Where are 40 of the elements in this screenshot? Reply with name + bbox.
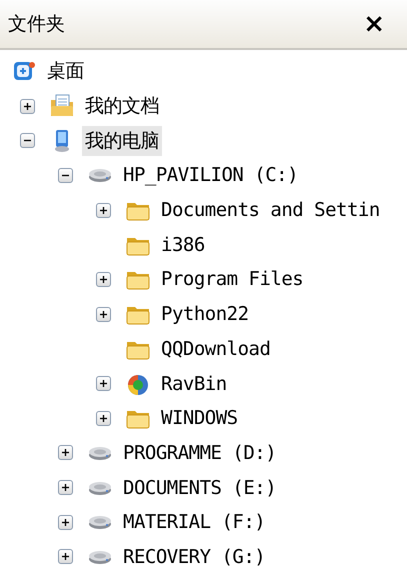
close-button[interactable]: × [359,11,389,37]
tree-item[interactable]: RavBin [158,370,230,397]
expand-button[interactable] [58,514,73,530]
plus-icon [60,482,71,494]
tree-item[interactable]: HP_PAVILION (C:) [120,162,302,188]
tree-item[interactable]: Python22 [158,301,252,328]
plus-icon [60,551,71,562]
plus-icon [60,447,71,458]
expand-button[interactable] [20,98,35,114]
expand-button[interactable] [96,272,111,287]
panel-title: 文件夹 [8,12,65,37]
expand-button[interactable] [96,306,111,322]
plus-icon [98,204,109,216]
expand-button[interactable] [58,549,73,564]
expand-button[interactable] [96,202,111,218]
tree-item[interactable]: 桌面 [44,56,87,86]
plus-icon [98,378,109,390]
documents-icon [50,94,74,118]
tree-item[interactable]: RECOVERY (G:) [120,544,268,569]
tree-item[interactable]: QQDownload [158,336,274,362]
tree-item[interactable]: DOCUMENTS (E:) [120,474,280,501]
tree-item[interactable]: Program Files [158,266,306,292]
expand-button[interactable] [58,445,73,460]
expand-button[interactable] [58,480,73,496]
tree-item[interactable]: Documents and Settin [158,197,383,224]
collapse-button[interactable] [20,133,35,148]
plus-icon [98,274,109,285]
tree-item[interactable]: MATERIAL (F:) [120,509,268,536]
plus-icon [60,516,71,528]
expand-button[interactable] [96,376,111,392]
expand-button[interactable] [96,410,111,426]
tree-item[interactable]: 我的文档 [82,91,162,122]
tree-item[interactable]: 我的电脑 [82,126,162,156]
plus-icon [22,100,33,112]
tree-item[interactable]: i386 [158,232,208,258]
tree-item[interactable]: WINDOWS [158,405,241,432]
plus-icon [98,308,109,320]
tree-item[interactable]: PROGRAMME (D:) [120,440,280,466]
collapse-button[interactable] [58,168,73,183]
plus-icon [98,412,109,424]
